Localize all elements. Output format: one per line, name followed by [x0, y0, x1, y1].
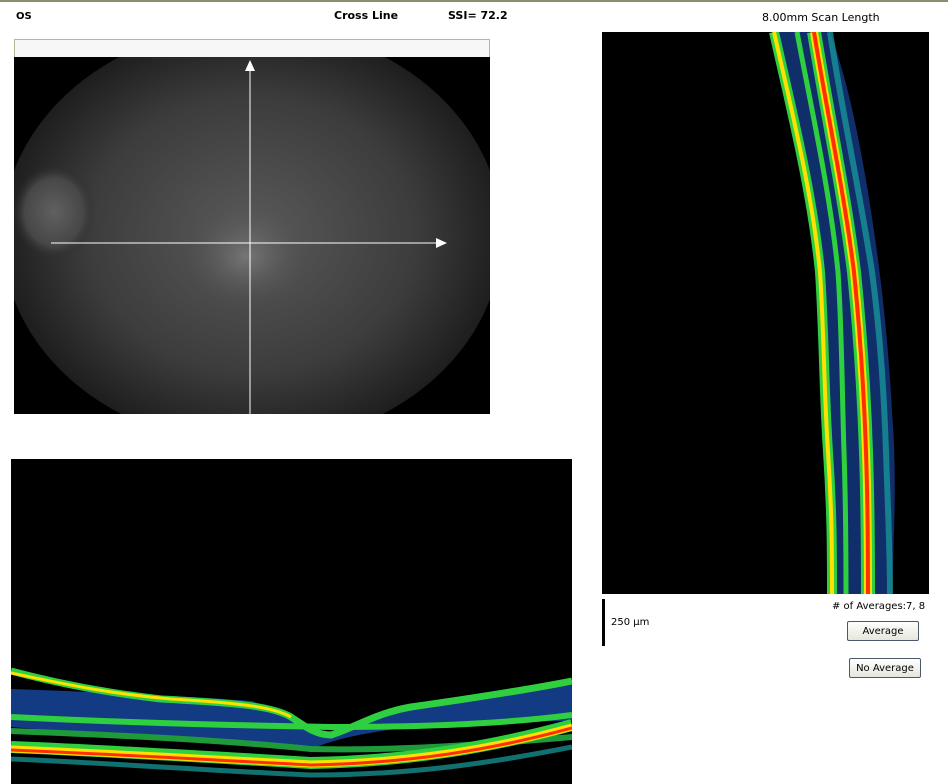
- scale-label: 250 µm: [611, 617, 650, 628]
- average-button[interactable]: Average: [847, 621, 919, 641]
- fundus-title-bar: [14, 39, 490, 58]
- averages-label: # of Averages:7, 8: [832, 601, 926, 612]
- scan-type-label: Cross Line: [334, 9, 399, 22]
- scale-bar: [602, 599, 605, 646]
- eye-label: OS: [16, 11, 32, 22]
- horizontal-bscan: [11, 459, 572, 784]
- scan-length-label: 8.00mm Scan Length: [762, 11, 880, 24]
- no-average-button[interactable]: No Average: [849, 658, 921, 678]
- vertical-bscan: [602, 32, 929, 594]
- header-bar: OS Cross Line SSI= 72.2 8.00mm Scan Leng…: [0, 0, 948, 24]
- ssi-label: SSI= 72.2: [448, 9, 508, 22]
- fundus-image: [14, 57, 490, 414]
